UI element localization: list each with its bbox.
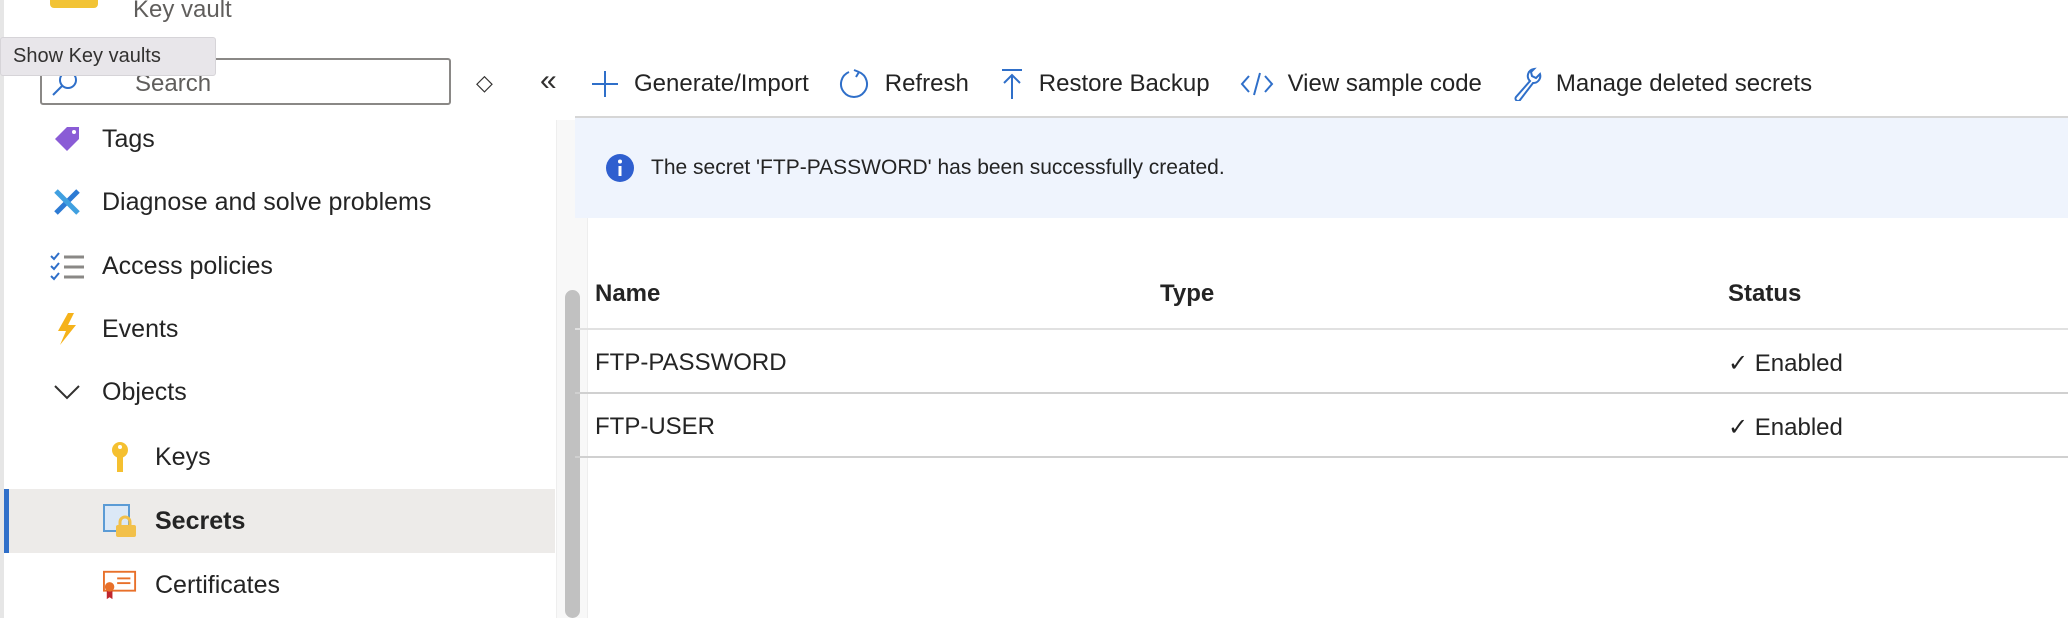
manage-deleted-secrets-button[interactable]: Manage deleted secrets <box>1512 67 1812 101</box>
wrench-screwdriver-icon <box>50 185 84 219</box>
tooltip: Show Key vaults <box>0 37 216 76</box>
collapse-sidebar-icon[interactable]: « <box>540 64 557 98</box>
generate-import-label: Generate/Import <box>634 70 809 97</box>
status-badge: ✓ Enabled <box>1728 349 1843 378</box>
lightning-icon <box>50 312 84 346</box>
sidebar-item-objects[interactable]: Objects <box>4 360 555 424</box>
banner-message: The secret 'FTP-PASSWORD' has been succe… <box>651 156 1225 179</box>
refresh-label: Refresh <box>884 70 969 97</box>
sidebar-item-diagnose[interactable]: Diagnose and solve problems <box>4 170 555 234</box>
manage-deleted-secrets-label: Manage deleted secrets <box>1555 70 1813 97</box>
key-vault-logo-icon <box>50 0 98 8</box>
checklist-icon <box>50 249 84 283</box>
resource-type-label: Key vault <box>133 0 232 23</box>
plus-icon <box>592 71 618 97</box>
info-banner: The secret 'FTP-PASSWORD' has been succe… <box>575 118 2068 218</box>
column-header-status[interactable]: Status <box>1728 280 1801 308</box>
sidebar-item-label: Access policies <box>102 251 273 280</box>
column-header-name[interactable]: Name <box>595 280 660 308</box>
secret-lock-icon <box>103 504 137 538</box>
sidebar-item-label: Secrets <box>155 506 246 535</box>
scrollbar-thumb[interactable] <box>565 290 580 618</box>
divider <box>575 456 2068 458</box>
sidebar-item-label: Certificates <box>155 570 281 599</box>
chevron-down-icon[interactable] <box>50 375 84 409</box>
view-sample-code-button[interactable]: View sample code <box>1240 70 1482 98</box>
restore-backup-label: Restore Backup <box>1038 70 1210 97</box>
wrench-icon <box>1514 67 1542 101</box>
sidebar-item-access-policies[interactable]: Access policies <box>4 234 555 298</box>
key-icon <box>103 440 137 474</box>
divider <box>575 328 2068 330</box>
info-icon <box>606 154 634 182</box>
restore-backup-button[interactable]: Restore Backup <box>999 68 1210 100</box>
column-header-type[interactable]: Type <box>1160 280 1214 308</box>
code-icon <box>1240 72 1273 96</box>
secret-name-link[interactable]: FTP-USER <box>595 413 715 441</box>
certificate-icon <box>103 568 137 602</box>
secret-name-link[interactable]: FTP-PASSWORD <box>595 349 787 377</box>
refresh-button[interactable]: Refresh <box>839 68 969 100</box>
status-text: Enabled <box>1754 414 1843 441</box>
sidebar-item-label: Keys <box>155 442 211 471</box>
status-text: Enabled <box>1754 350 1843 377</box>
sidebar-item-events[interactable]: Events <box>4 297 555 361</box>
sidebar-item-label: Diagnose and solve problems <box>102 187 432 216</box>
sort-toggle-icon[interactable]: ◇ <box>476 70 493 96</box>
sidebar-item-label: Tags <box>102 124 155 153</box>
sidebar-item-secrets[interactable]: Secrets <box>4 489 555 553</box>
sidebar-item-label: Objects <box>102 377 187 406</box>
view-sample-code-label: View sample code <box>1287 70 1482 97</box>
refresh-icon <box>839 69 868 98</box>
sidebar-item-certificates[interactable]: Certificates <box>4 553 555 617</box>
status-badge: ✓ Enabled <box>1728 413 1843 442</box>
sidebar-item-keys[interactable]: Keys <box>4 425 555 489</box>
tag-icon <box>50 122 84 156</box>
divider <box>575 392 2068 394</box>
check-icon: ✓ <box>1728 350 1755 377</box>
sidebar-item-label: Events <box>102 314 179 343</box>
generate-import-button[interactable]: Generate/Import <box>590 69 809 99</box>
sidebar-item-tags[interactable]: Tags <box>4 107 555 171</box>
command-bar: Generate/Import Refresh Restore Backup V… <box>590 63 1842 105</box>
check-icon: ✓ <box>1728 414 1755 441</box>
upload-arrow-icon <box>1001 69 1022 99</box>
